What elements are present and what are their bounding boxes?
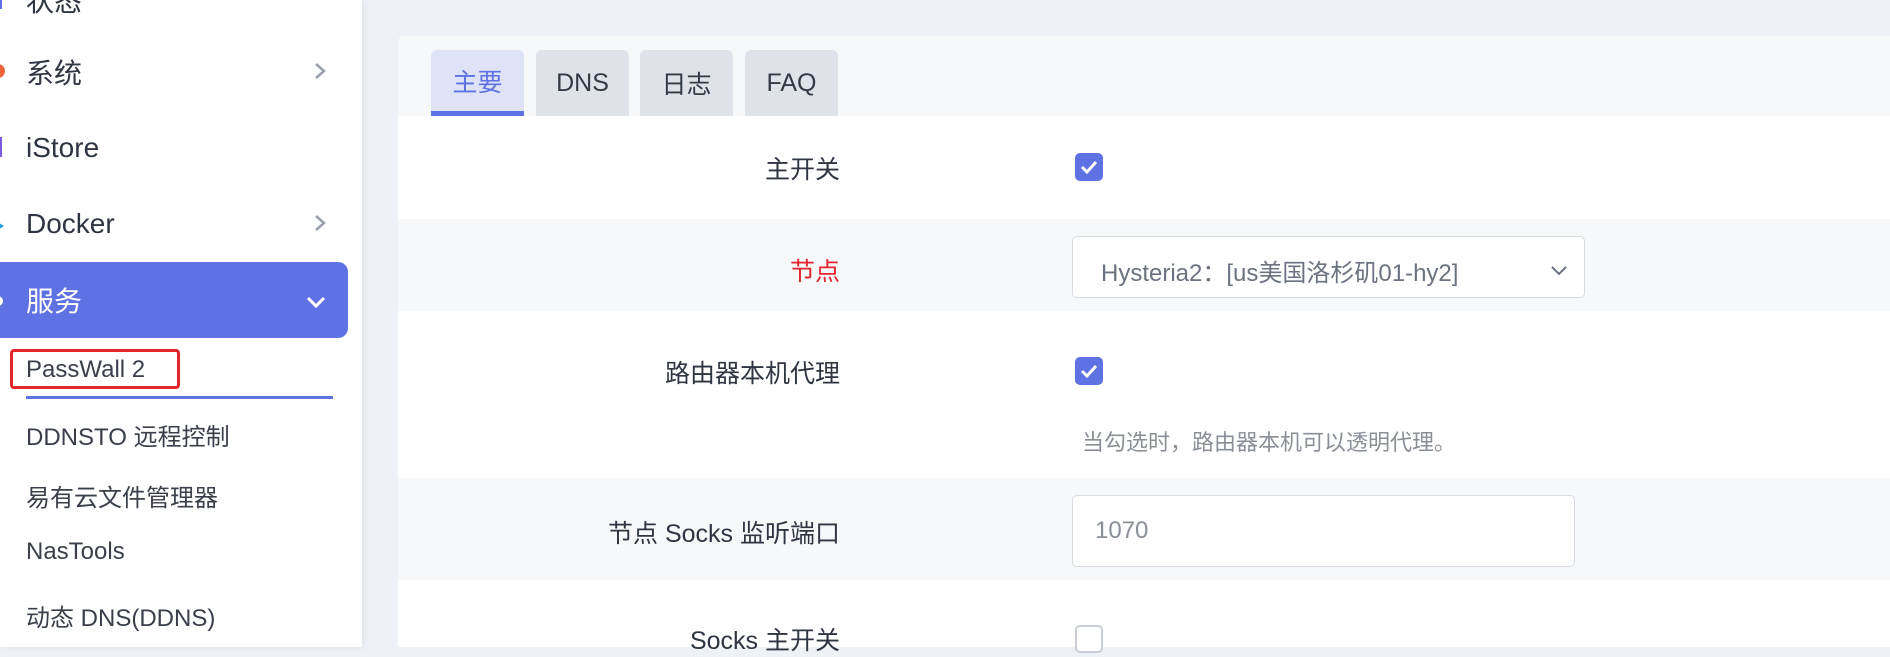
router-proxy-checkbox[interactable] [1075,357,1103,385]
tab-dns[interactable]: DNS [536,50,629,116]
sidebar-item-status[interactable]: 状态 [0,0,348,38]
sidebar-item-label: iStore [26,132,100,163]
sidebar-item-label: 状态 [26,0,83,17]
node-label: 节点 [789,258,840,286]
socks-port-label: 节点 Socks 监听端口 [608,520,840,548]
sidebar-subitem-ddns[interactable]: 动态 DNS(DDNS) [26,598,215,633]
sidebar-item-label: Docker [26,208,115,239]
sidebar: 状态 系统 iStore Docker 服务 PassWall 2 DDNSTO… [0,0,362,647]
main-switch-checkbox[interactable] [1075,153,1103,181]
gear-icon [0,56,8,88]
tab-faq[interactable]: FAQ [745,50,838,116]
active-subitem-underline [26,396,333,399]
chevron-right-icon [314,56,326,88]
router-proxy-hint: 当勾选时，路由器本机可以透明代理。 [1082,430,1457,455]
sidebar-subitem-file-manager[interactable]: 易有云文件管理器 [26,478,218,513]
form-row-socks-switch: Socks 主开关 [398,580,1890,655]
form-row-socks-port: 节点 Socks 监听端口 [398,478,1890,580]
form-row-router-proxy: 路由器本机代理 当勾选时，路由器本机可以透明代理。 [398,311,1890,478]
chevron-down-icon [306,284,326,316]
sidebar-item-docker[interactable]: Docker [0,186,348,262]
chevron-right-icon [314,208,326,240]
sidebar-subitem-nastools[interactable]: NasTools [26,538,125,566]
sidebar-subitem-ddnsto[interactable]: DDNSTO 远程控制 [26,417,230,452]
chevron-down-icon [1550,257,1568,285]
tab-log[interactable]: 日志 [640,50,733,116]
node-select-value: Hysteria2：[us美国洛杉矶01-hy2] [1101,260,1459,287]
sidebar-item-label: 服务 [26,286,83,317]
status-icon [0,0,4,16]
socks-switch-checkbox[interactable] [1075,625,1103,653]
services-icon [0,284,6,316]
form-row-main-switch: 主开关 [398,116,1890,219]
form-row-node: 节点 Hysteria2：[us美国洛杉矶01-hy2] [398,219,1890,311]
sidebar-item-system[interactable]: 系统 [0,34,348,110]
docker-icon [0,208,6,240]
node-select[interactable]: Hysteria2：[us美国洛杉矶01-hy2] [1072,236,1585,298]
store-icon [0,132,4,164]
sidebar-item-services[interactable]: 服务 [0,262,348,338]
router-proxy-label: 路由器本机代理 [664,360,840,388]
sidebar-subitem-passwall2[interactable]: PassWall 2 [26,356,145,384]
sidebar-item-istore[interactable]: iStore [0,110,348,186]
tab-main[interactable]: 主要 [431,50,524,116]
socks-switch-label: Socks 主开关 [689,627,840,655]
sidebar-item-label: 系统 [26,58,83,89]
socks-port-input[interactable] [1072,495,1575,567]
main-switch-label: 主开关 [764,156,840,184]
